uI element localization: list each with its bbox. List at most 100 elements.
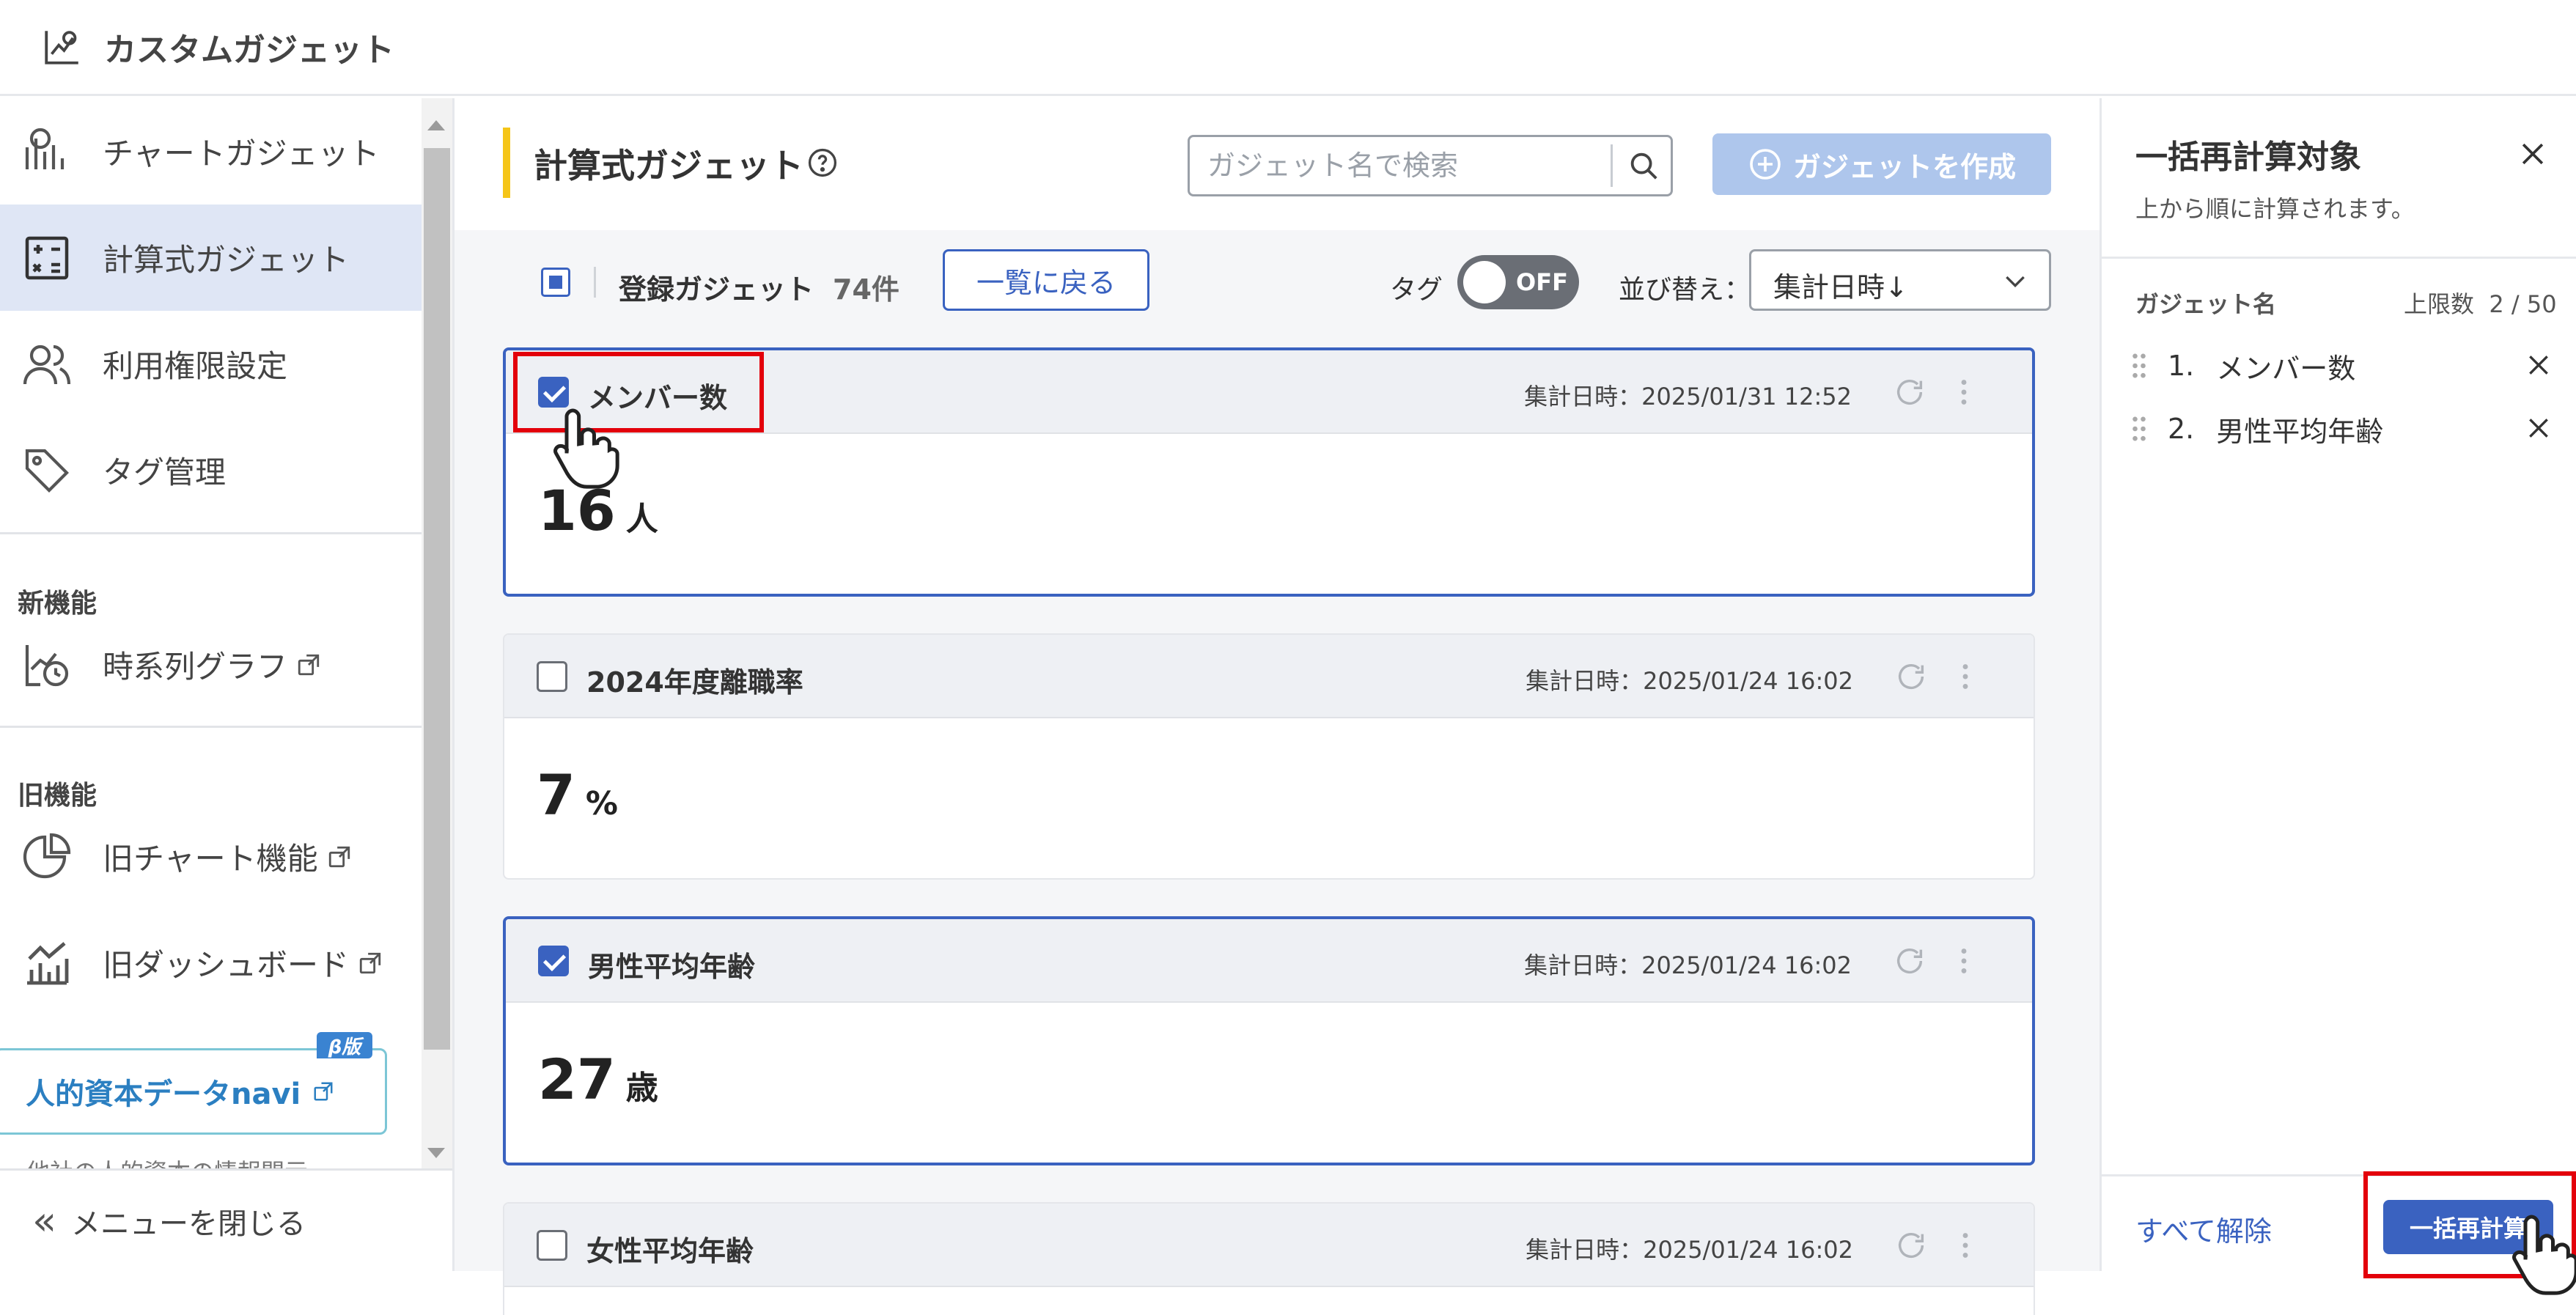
- remove-icon[interactable]: [2524, 350, 2553, 380]
- external-link-icon: [359, 952, 381, 973]
- refresh-icon[interactable]: [1894, 660, 1928, 693]
- card-header: 男性平均年齢 集計日時：2025/01/24 16:02: [506, 919, 2032, 1003]
- value-unit: 歳: [625, 1069, 658, 1107]
- scroll-down-arrow-icon[interactable]: [427, 1148, 445, 1158]
- close-menu-label: メニューを閉じる: [71, 1207, 306, 1241]
- search-icon[interactable]: [1627, 149, 1660, 183]
- refresh-icon[interactable]: [1893, 375, 1927, 409]
- card-title: 2024年度離職率: [586, 666, 803, 699]
- refresh-icon[interactable]: [1894, 1229, 1928, 1262]
- external-link-icon: [328, 846, 350, 867]
- sidebar-item-chart-gadget[interactable]: チャートガジェット: [0, 98, 422, 205]
- more-options-icon[interactable]: [1947, 944, 1981, 978]
- sort-select[interactable]: 集計日時↓: [1749, 249, 2051, 311]
- queue-item[interactable]: 1. メンバー数: [2131, 340, 2564, 391]
- select-all-checkbox[interactable]: [541, 268, 570, 297]
- card-header: 2024年度離職率 集計日時：2025/01/24 16:02: [504, 635, 2034, 718]
- sidebar-scrollbar[interactable]: [422, 98, 452, 1168]
- refresh-icon[interactable]: [1893, 944, 1927, 978]
- create-gadget-label: ガジェットを作成: [1792, 150, 2016, 183]
- plus-circle-icon: [1750, 149, 1781, 180]
- sidebar-item-label: 計算式ガジェット: [103, 242, 350, 278]
- pie-chart-icon: [23, 833, 71, 878]
- queue-item[interactable]: 2. 男性平均年齢: [2131, 403, 2564, 454]
- remove-icon[interactable]: [2524, 413, 2553, 443]
- toolbar-divider: [594, 267, 596, 298]
- help-icon[interactable]: [806, 147, 839, 179]
- sidebar-item-permissions[interactable]: 利用権限設定: [0, 311, 422, 417]
- drag-handle-icon[interactable]: [2131, 414, 2147, 443]
- custom-gadget-logo-icon: [45, 31, 78, 65]
- sort-label: 並び替え：: [1619, 275, 1751, 305]
- close-icon[interactable]: [2517, 138, 2549, 170]
- chevron-down-icon: [2006, 276, 2025, 288]
- chart-gadget-icon: [25, 128, 65, 169]
- sidebar-menu: チャートガジェット 計算式ガジェット 利用権限設定 タグ管理 新機能 時系列グラ…: [0, 98, 422, 1168]
- scrollbar-thumb[interactable]: [424, 148, 450, 1050]
- queue-name: 男性平均年齢: [2216, 415, 2384, 448]
- sidebar-item-label: 旧ダッシュボード: [103, 947, 350, 983]
- sidebar-item-old-chart[interactable]: 旧チャート機能: [0, 803, 422, 910]
- users-icon: [23, 345, 71, 384]
- sidebar-item-formula-gadget[interactable]: 計算式ガジェット: [0, 205, 422, 311]
- card-title: 男性平均年齢: [588, 951, 756, 983]
- create-gadget-button[interactable]: ガジェットを作成: [1712, 133, 2051, 195]
- toggle-state: OFF: [1516, 268, 1568, 296]
- main-content: 計算式ガジェット ガジェットを作成 登録ガジェット 74件 一覧に戻る タグ O…: [455, 98, 2100, 1315]
- column-limit: 上限数 2 / 50: [2404, 286, 2557, 320]
- external-link-icon: [314, 1082, 333, 1101]
- panel-subtitle: 上から順に計算されます。: [2135, 195, 2415, 223]
- clear-all-link[interactable]: すべて解除: [2135, 1209, 2272, 1249]
- sidebar-item-label: タグ管理: [103, 454, 227, 490]
- registered-label: 登録ガジェット: [619, 273, 814, 306]
- tag-icon: [25, 449, 69, 493]
- card-checkbox[interactable]: [538, 946, 569, 976]
- card-header: 女性平均年齢 集計日時：2025/01/24 16:02: [504, 1204, 2034, 1287]
- sidebar: チャートガジェット 計算式ガジェット 利用権限設定 タグ管理 新機能 時系列グラ…: [0, 98, 455, 1271]
- gadget-card[interactable]: 女性平均年齢 集計日時：2025/01/24 16:02: [503, 1202, 2035, 1315]
- main-header: 計算式ガジェット ガジェットを作成: [455, 98, 2100, 230]
- search-input[interactable]: [1207, 137, 1618, 194]
- card-checkbox[interactable]: [537, 1230, 567, 1261]
- beta-badge: β版: [317, 1032, 372, 1058]
- page-title: 計算式ガジェット: [534, 146, 803, 185]
- card-value: 27 歳: [538, 1047, 658, 1112]
- more-options-icon[interactable]: [1948, 1229, 1982, 1262]
- sidebar-item-label: チャートガジェット: [103, 136, 380, 172]
- tag-filter-label: タグ: [1390, 275, 1443, 305]
- registered-count: 74件: [833, 273, 899, 306]
- sidebar-item-label: 利用権限設定: [103, 348, 288, 384]
- panel-divider: [2102, 257, 2576, 259]
- sidebar-item-label: 旧チャート機能: [103, 841, 318, 877]
- tag-toggle[interactable]: OFF: [1457, 255, 1579, 309]
- sidebar-item-old-dashboard[interactable]: 旧ダッシュボード: [0, 910, 422, 1016]
- app-header: カスタムガジェット: [0, 0, 2576, 96]
- column-gadget-name: ガジェット名: [2135, 290, 2277, 318]
- sidebar-item-timeseries[interactable]: 時系列グラフ: [0, 611, 422, 718]
- human-capital-navi-banner[interactable]: 人的資本データnavi: [0, 1048, 387, 1135]
- app-title: カスタムガジェット: [104, 32, 394, 69]
- back-to-list-button[interactable]: 一覧に戻る: [943, 249, 1149, 311]
- card-timestamp: 集計日時：2025/01/31 12:52: [1524, 383, 1852, 410]
- value-number: 7: [537, 762, 575, 828]
- gadget-card[interactable]: 男性平均年齢 集計日時：2025/01/24 16:02 27 歳: [503, 916, 2035, 1165]
- sidebar-divider: [0, 532, 422, 534]
- drag-handle-icon[interactable]: [2131, 351, 2147, 380]
- value-unit: %: [585, 785, 618, 822]
- formula-gadget-icon: [25, 236, 69, 279]
- card-checkbox[interactable]: [537, 661, 567, 692]
- scroll-up-arrow-icon[interactable]: [427, 120, 445, 130]
- external-link-icon: [298, 654, 320, 675]
- title-accent-bar: [503, 128, 510, 198]
- value-unit: 人: [625, 501, 658, 538]
- gadget-card[interactable]: 2024年度離職率 集計日時：2025/01/24 16:02 7%: [503, 633, 2035, 880]
- more-options-icon[interactable]: [1948, 660, 1982, 693]
- more-options-icon[interactable]: [1947, 375, 1981, 409]
- search-box: [1188, 135, 1673, 196]
- close-menu-button[interactable]: « メニューを閉じる: [0, 1168, 452, 1271]
- timeseries-icon: [25, 644, 69, 686]
- navi-description: 他社の人的資本の情報開示: [26, 1154, 308, 1168]
- sort-value: 集計日時↓: [1773, 271, 1908, 303]
- recalc-panel: 一括再計算対象 上から順に計算されます。 ガジェット名 上限数 2 / 50 1…: [2100, 98, 2576, 1271]
- sidebar-item-tags[interactable]: タグ管理: [0, 417, 422, 523]
